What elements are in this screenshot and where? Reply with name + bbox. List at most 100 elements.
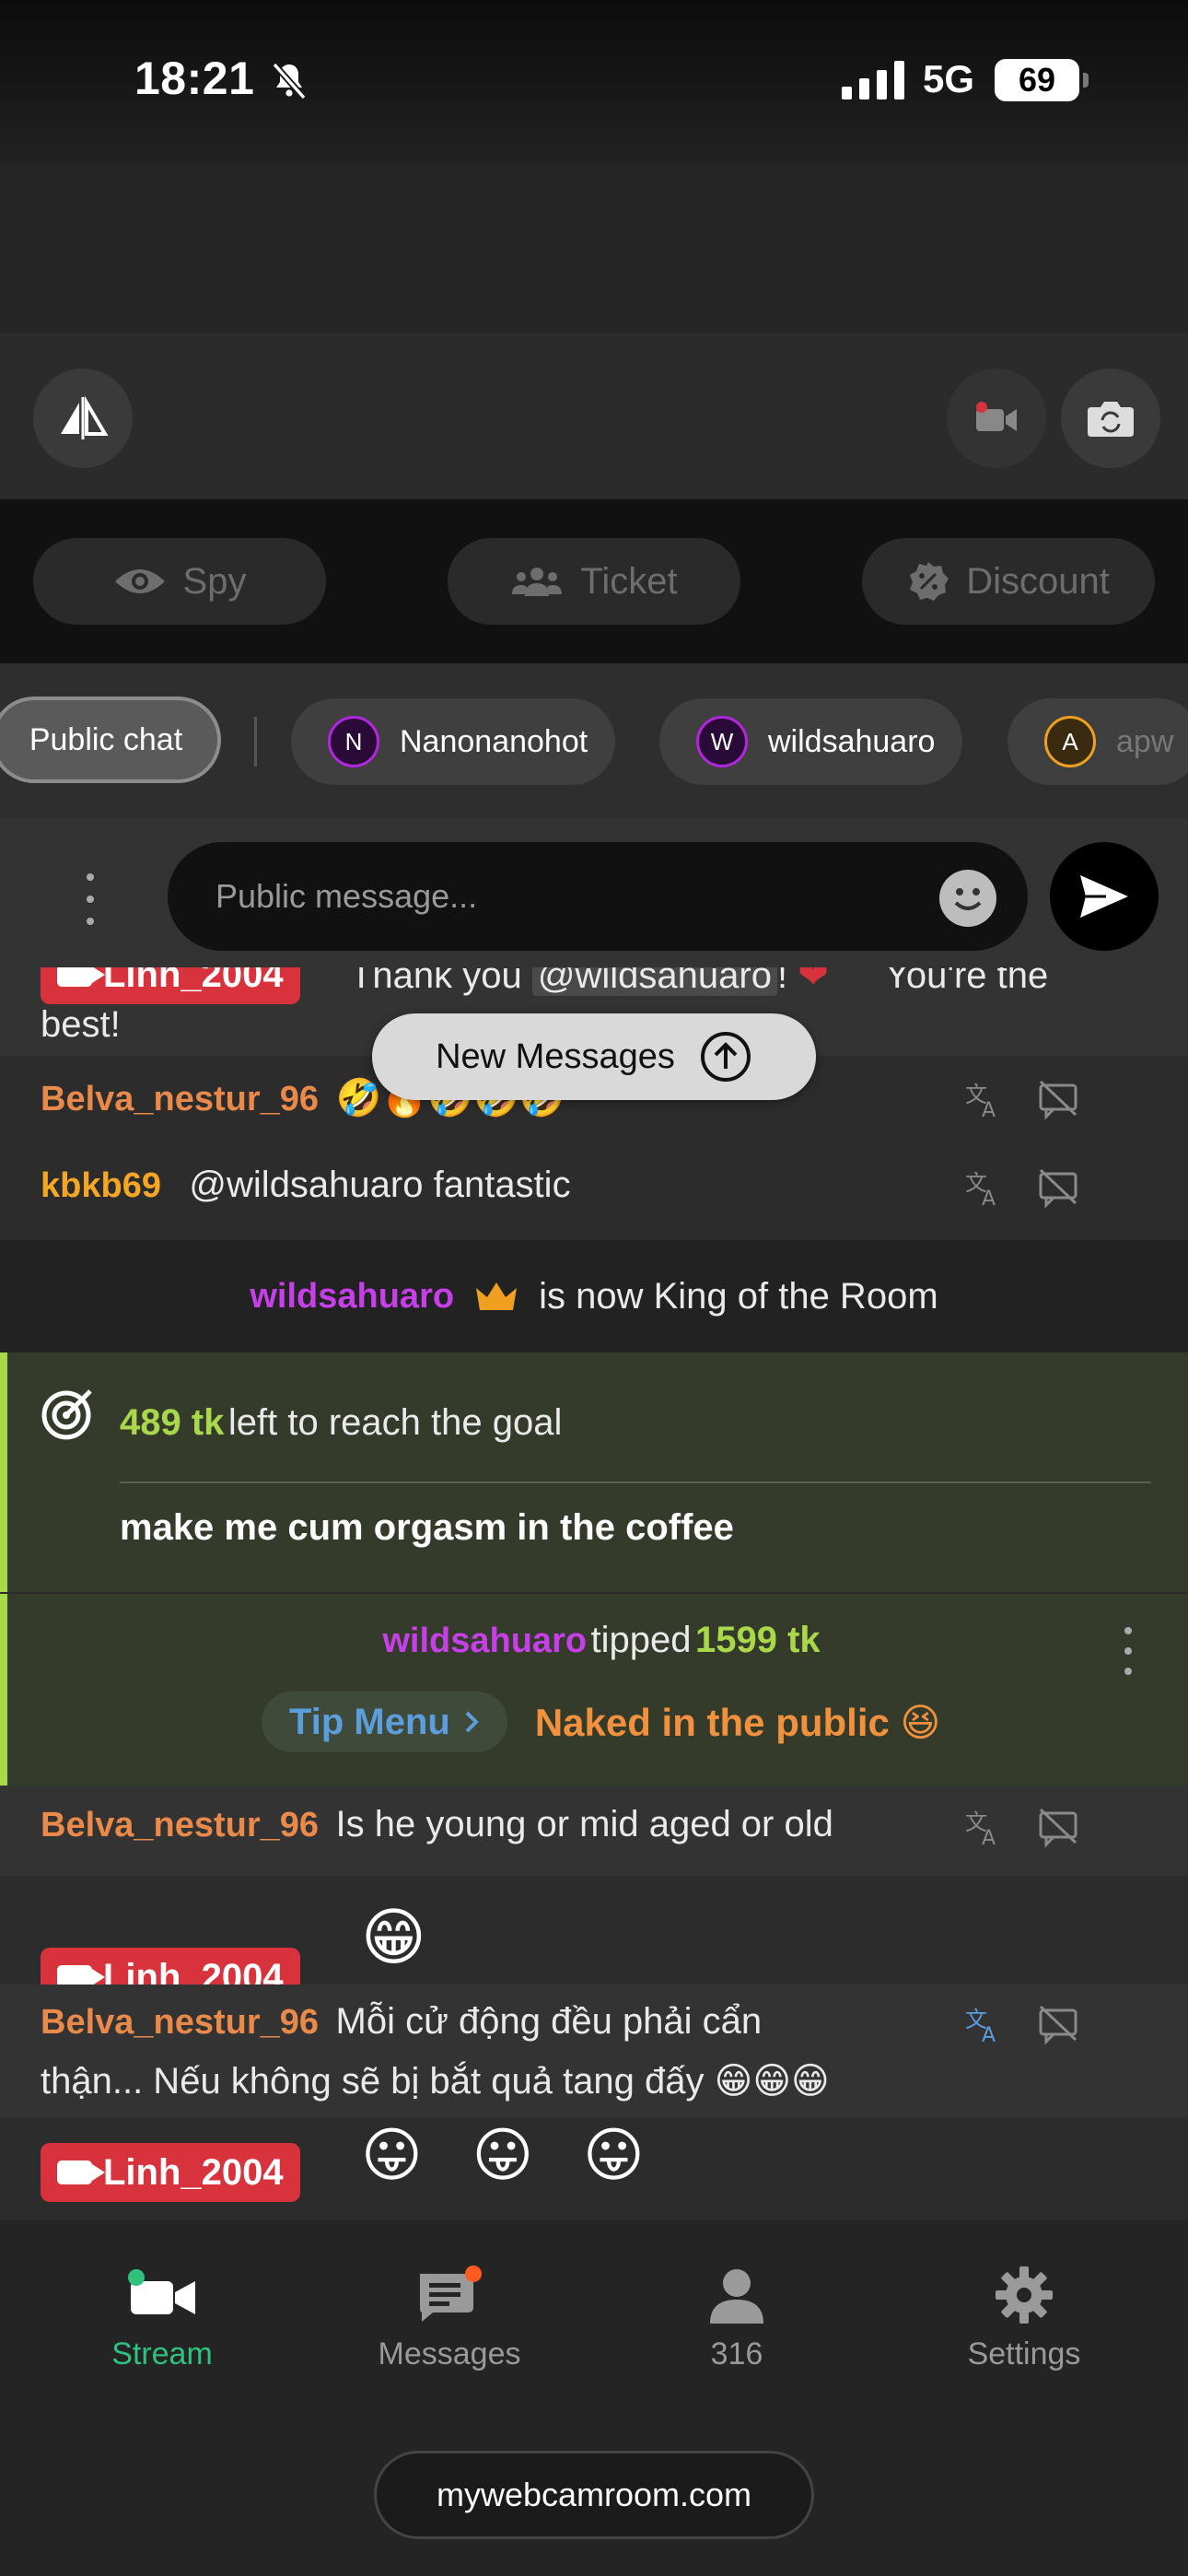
tab-user-name: apw (1116, 723, 1174, 759)
translate-icon[interactable]: 文A (963, 2003, 1006, 2045)
message-text: @wildsahuaro fantastic (189, 1165, 571, 1205)
chat-feed[interactable]: Linh_2004 Thank you @wildsahuaro! ❤ You'… (0, 967, 1188, 2220)
video-preview (0, 166, 1188, 334)
report-icon[interactable] (1037, 1078, 1079, 1120)
message-emoji: 😁 (361, 1903, 426, 1973)
message-text: Mỗi cử động đều phải cẩn (335, 2001, 763, 2042)
chat-message: Linh_2004 😛 😛 😛 (0, 2117, 1188, 2220)
emoji-button[interactable] (939, 870, 996, 927)
nav-stream[interactable]: Stream (52, 2254, 273, 2372)
ticket-label: Ticket (580, 560, 678, 602)
model-badge[interactable]: Linh_2004 (41, 967, 300, 1004)
viewer-count: 316 (710, 2336, 763, 2371)
new-messages-button[interactable]: New Messages (372, 1013, 816, 1100)
camera-icon (57, 2160, 105, 2184)
spy-button[interactable]: Spy (33, 538, 326, 625)
ticket-button[interactable]: Ticket (448, 538, 740, 625)
message-text-cont: best! (41, 1004, 121, 1045)
tip-verb: tipped (590, 1620, 692, 1660)
message-actions: 文A (963, 1166, 1079, 1209)
switch-camera-button[interactable] (1061, 369, 1160, 468)
status-bar: 18:21 5G 69 (0, 0, 1188, 166)
message-text: Thank you @wildsahuaro! ❤ You're the (350, 967, 1048, 997)
tip-item: Naked in the public 😆 (534, 1700, 941, 1744)
public-message-input[interactable] (168, 842, 1028, 951)
tab-user-apw[interactable]: A apw (1007, 698, 1188, 785)
report-icon[interactable] (1037, 2003, 1079, 2045)
chat-message: kbkb69 @wildsahuaro fantastic 文A (0, 1144, 1188, 1240)
tab-user-name: wildsahuaro (768, 723, 936, 759)
gear-icon (996, 2266, 1053, 2324)
group-icon (512, 568, 563, 596)
username[interactable]: wildsahuaro (250, 1277, 454, 1317)
chat-tabs: Public chat N Nanonanohot W wildsahuaro … (0, 663, 1188, 818)
message-emoji: 😛 😛 😛 (361, 2122, 661, 2188)
discount-icon (910, 562, 949, 601)
eye-icon (114, 569, 165, 593)
username[interactable]: Belva_nestur_96 (41, 2003, 319, 2042)
goal-title: make me cum orgasm in the coffee (120, 1507, 734, 1548)
username[interactable]: wildsahuaro (382, 1622, 587, 1660)
report-icon[interactable] (1037, 1166, 1079, 1209)
show-mode-row: Spy Ticket Discount (0, 499, 1188, 663)
model-badge[interactable]: Linh_2004 (41, 2143, 300, 2202)
tab-user-nanonanohot[interactable]: N Nanonanohot (291, 698, 616, 785)
message-actions: 文A (963, 1806, 1079, 1848)
tab-user-name: Nanonanohot (400, 723, 588, 759)
person-icon (710, 2269, 763, 2324)
smiley-icon (954, 888, 982, 910)
stream-controls (0, 334, 1188, 499)
notice-text: is now King of the Room (539, 1275, 938, 1317)
goal-amount: 489 tk (120, 1402, 225, 1443)
chat-message: Belva_nestur_96 Mỗi cử động đều phải cẩn… (0, 1985, 1188, 2117)
username[interactable]: Belva_nestur_96 (41, 1080, 319, 1118)
more-options-icon[interactable] (79, 873, 101, 925)
more-options-icon[interactable] (1124, 1627, 1133, 1675)
tip-menu-button[interactable]: Tip Menu (262, 1692, 507, 1752)
avatar: A (1044, 716, 1096, 767)
username[interactable]: kbkb69 (41, 1166, 161, 1205)
avatar: N (328, 716, 379, 767)
tab-public-chat[interactable]: Public chat (0, 697, 221, 783)
nav-viewers[interactable]: 316 (626, 2254, 847, 2372)
chat-message: Belva_nestur_96 Is he young or mid aged … (0, 1786, 1188, 1876)
flip-camera-icon (1088, 402, 1134, 437)
mirror-button[interactable] (33, 369, 133, 468)
spy-label: Spy (182, 560, 247, 602)
discount-button[interactable]: Discount (862, 538, 1155, 625)
camera-icon (57, 967, 105, 987)
silent-bell-icon (272, 62, 307, 100)
signal-icon (842, 61, 904, 100)
username[interactable]: Belva_nestur_96 (41, 1806, 319, 1844)
send-button[interactable] (1050, 842, 1159, 951)
nav-messages[interactable]: Messages (339, 2254, 560, 2372)
goal-block: 489 tk left to reach the goal make me cu… (0, 1352, 1188, 1592)
tip-notice: wildsahuaro tipped 1599 tk Tip Menu Nake… (0, 1594, 1188, 1786)
camera-off-button[interactable] (947, 369, 1046, 468)
discount-label: Discount (966, 560, 1110, 602)
translate-icon[interactable]: 文A (963, 1078, 1006, 1120)
goal-text: left to reach the goal (227, 1402, 563, 1443)
message-actions: 文A (963, 1078, 1079, 1120)
send-icon (1080, 875, 1128, 918)
nav-messages-label: Messages (378, 2336, 521, 2371)
url-bar[interactable]: mywebcamroom.com (374, 2451, 814, 2539)
translate-icon[interactable]: 文A (963, 1166, 1006, 1209)
king-notice: wildsahuaro is now King of the Room (0, 1240, 1188, 1352)
mirror-icon (61, 395, 109, 439)
svg-text:A: A (982, 1188, 996, 1209)
crown-icon (476, 1282, 518, 1310)
chevron-right-icon (465, 1711, 479, 1733)
report-icon[interactable] (1037, 1806, 1079, 1848)
mention[interactable]: @wildsahuaro (531, 967, 777, 996)
composer-bar (0, 818, 1188, 967)
nav-settings[interactable]: Settings (914, 2254, 1135, 2372)
heart-icon: ❤ (798, 967, 829, 996)
message-text-cont: thận... Nếu không sẽ bị bắt quả tang đấy… (41, 2061, 830, 2102)
tab-user-wildsahuaro[interactable]: W wildsahuaro (659, 698, 963, 785)
messages-icon (420, 2266, 482, 2322)
translate-icon[interactable]: 文A (963, 1806, 1006, 1848)
status-time: 18:21 (134, 53, 255, 104)
network-type: 5G (923, 57, 975, 100)
tab-divider (254, 717, 257, 767)
